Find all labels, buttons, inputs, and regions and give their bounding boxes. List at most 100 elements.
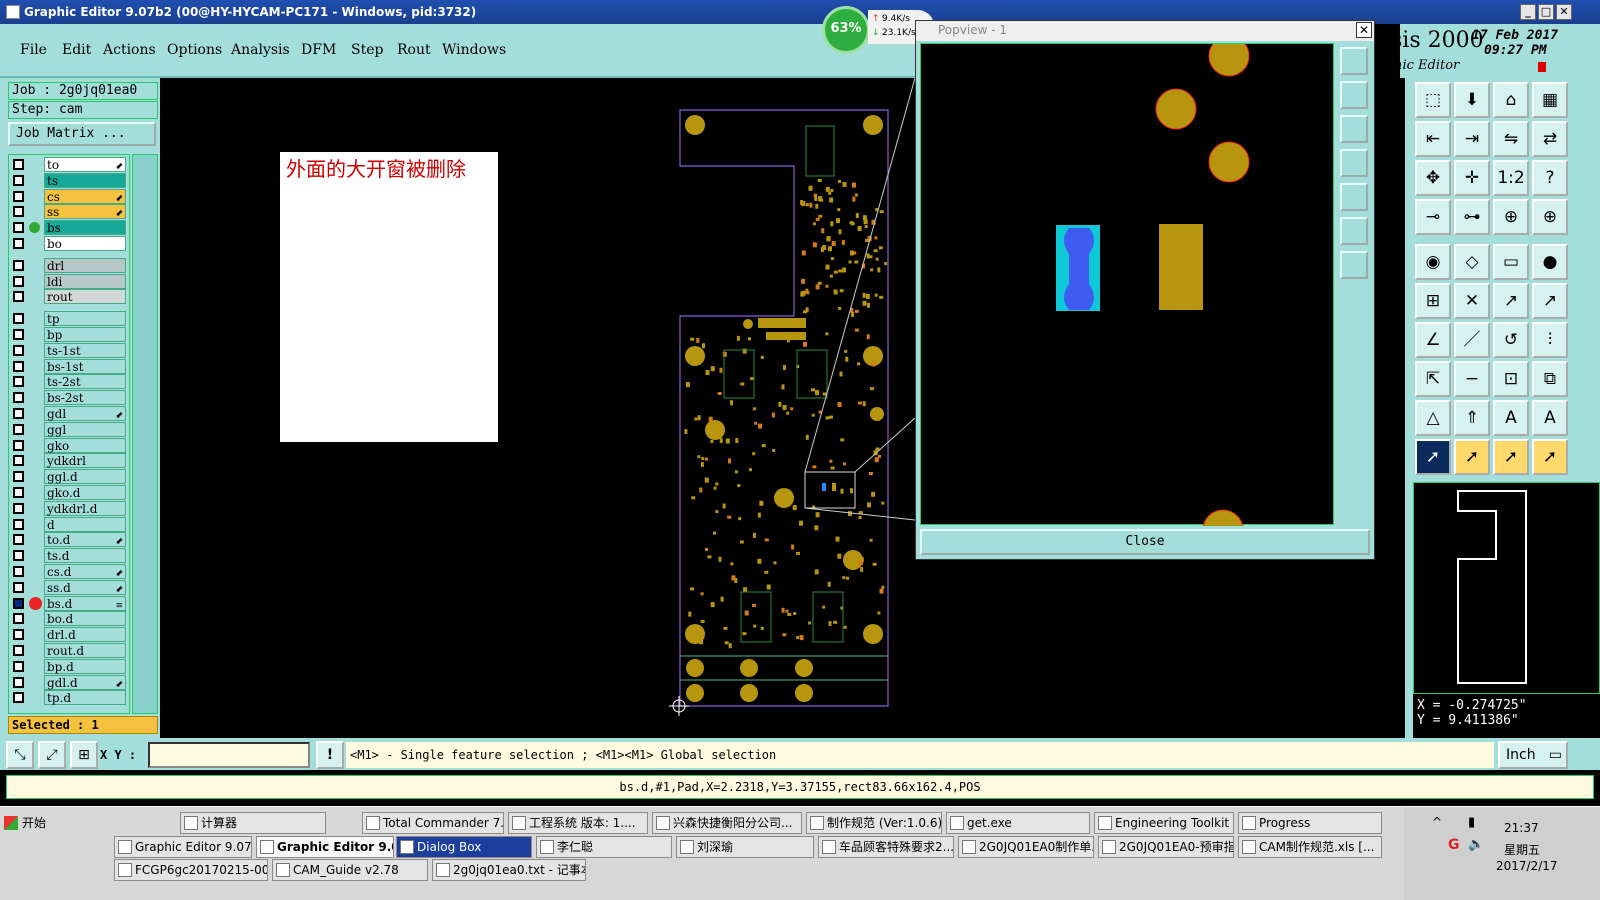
layer-row-to[interactable]: to ⬋ bbox=[9, 157, 131, 172]
pointer-multi-icon[interactable]: ➚ bbox=[1532, 439, 1568, 475]
layer-checkbox[interactable] bbox=[13, 392, 24, 404]
layout-icon[interactable]: ▦ bbox=[1532, 82, 1568, 118]
box-icon[interactable]: ⊡ bbox=[1493, 361, 1529, 397]
step-right-icon[interactable]: ⇥ bbox=[1454, 121, 1490, 157]
layer-checkbox[interactable] bbox=[13, 487, 24, 498]
home-icon[interactable]: ⌂ bbox=[1493, 82, 1529, 118]
layer-checkbox[interactable] bbox=[13, 660, 24, 672]
cross-icon[interactable]: ✕ bbox=[1454, 283, 1490, 319]
help-icon[interactable]: ? bbox=[1532, 160, 1568, 196]
taskbar-item[interactable]: 兴森快捷衡阳分公司... bbox=[652, 812, 802, 834]
layer-checkbox[interactable] bbox=[13, 550, 24, 562]
taskbar-item[interactable]: CAM_Guide v2.78 bbox=[272, 859, 428, 881]
menu-actions[interactable]: Actions bbox=[103, 42, 156, 58]
arrow-up-icon[interactable]: ⇑ bbox=[1454, 400, 1490, 436]
popview-close-icon[interactable]: ✕ bbox=[1356, 22, 1372, 38]
taskbar-item[interactable]: Graphic Editor 9.07b... bbox=[114, 836, 252, 858]
node-icon[interactable]: ⊞ bbox=[1415, 283, 1451, 319]
taskbar-item[interactable]: 2G0JQ01EA0-预审指... bbox=[1098, 836, 1234, 858]
start-button[interactable]: 开始 bbox=[2, 813, 106, 833]
layer-checkbox[interactable] bbox=[13, 238, 24, 249]
layer-checkbox[interactable] bbox=[13, 502, 24, 514]
arc-icon[interactable]: ↗ bbox=[1532, 283, 1568, 319]
layer-row-bs-1st[interactable]: bs-1st bbox=[9, 358, 131, 374]
cross-red-icon[interactable]: ⊕ bbox=[1493, 199, 1529, 235]
maximize-button[interactable]: □ bbox=[1538, 4, 1554, 20]
layer-checkbox[interactable] bbox=[13, 439, 24, 451]
layer-row-ts-1st[interactable]: ts-1st bbox=[9, 342, 131, 358]
taskbar-item[interactable]: 车品顾客特殊要求2... bbox=[818, 836, 954, 858]
pointer-box-icon[interactable]: ➚ bbox=[1454, 439, 1490, 475]
taskbar-item[interactable]: 计算器 bbox=[180, 812, 326, 834]
taskbar-item[interactable]: FCGP6gc20170215-001... bbox=[114, 859, 268, 881]
xy-input[interactable] bbox=[148, 742, 310, 768]
layer-row-rout[interactable]: rout bbox=[9, 289, 131, 305]
layer-row-ss[interactable]: ss ⬋ bbox=[9, 204, 131, 220]
menu-edit[interactable]: Edit bbox=[62, 42, 91, 58]
layer-row-to-d[interactable]: to.d ⬋ bbox=[9, 532, 131, 548]
zoom-area-icon[interactable]: ⤡ bbox=[6, 741, 34, 769]
layer-row-drl-d[interactable]: drl.d bbox=[9, 627, 131, 643]
layer-row-tp-d[interactable]: tp.d bbox=[9, 690, 131, 706]
popview-canvas[interactable] bbox=[920, 43, 1334, 526]
layer-row-ts-2st[interactable]: ts-2st bbox=[9, 374, 131, 390]
taskbar-item[interactable]: 刘深瑜 bbox=[676, 836, 814, 858]
taskbar-item[interactable]: 工程系统 版本: 1.... bbox=[508, 812, 648, 834]
volume-icon[interactable]: 🔈 bbox=[1468, 837, 1484, 852]
menu-file[interactable]: File bbox=[20, 42, 47, 58]
layer-checkbox[interactable] bbox=[13, 376, 24, 388]
layer-checkbox[interactable] bbox=[13, 676, 24, 688]
taskbar-item[interactable]: 制作规范 (Ver:1.0.6) bbox=[806, 812, 942, 834]
layer-checkbox[interactable] bbox=[13, 408, 24, 419]
layer-checkbox[interactable] bbox=[13, 222, 24, 234]
polygon-icon[interactable]: ◇ bbox=[1454, 244, 1490, 280]
layer-checkbox[interactable] bbox=[13, 275, 24, 287]
antivirus-icon[interactable]: G bbox=[1448, 837, 1460, 853]
taskbar-item[interactable]: Total Commander 7.0 ... bbox=[362, 812, 504, 834]
flip-icon[interactable]: ⇋ bbox=[1493, 121, 1529, 157]
pop-zoom-in-icon[interactable] bbox=[1340, 47, 1368, 75]
move-icon[interactable]: ⇱ bbox=[1415, 361, 1451, 397]
taskbar-item[interactable]: 李仁聪 bbox=[536, 836, 672, 858]
menu-rout[interactable]: Rout bbox=[397, 42, 431, 58]
taskbar-item[interactable]: Progress bbox=[1238, 812, 1382, 834]
layer-row-ts[interactable]: ts bbox=[9, 172, 131, 188]
layer-row-ldi[interactable]: ldi bbox=[9, 273, 131, 289]
mini-map[interactable] bbox=[1413, 482, 1600, 694]
layer-row-gdl[interactable]: gdl ⬋ bbox=[9, 406, 131, 421]
layer-row-bo[interactable]: bo bbox=[9, 236, 131, 251]
layer-row-ggl-d[interactable]: ggl.d bbox=[9, 469, 131, 485]
menu-options[interactable]: Options bbox=[167, 42, 222, 58]
taskbar-item[interactable]: 2G0JQ01EA0制作单.... bbox=[958, 836, 1094, 858]
pop-pan-right-icon[interactable] bbox=[1340, 183, 1368, 211]
layer-row-ts-d[interactable]: ts.d bbox=[9, 548, 131, 564]
letter-a-icon[interactable]: A bbox=[1493, 400, 1529, 436]
layer-checkbox[interactable] bbox=[13, 190, 24, 202]
pointer-icon[interactable]: ➚ bbox=[1415, 439, 1451, 475]
minimize-button[interactable]: _ bbox=[1520, 4, 1536, 20]
layer-checkbox[interactable] bbox=[13, 566, 24, 577]
popview-close-button[interactable]: Close bbox=[920, 529, 1370, 555]
layer-row-bs-d[interactable]: bs.d ≡ bbox=[9, 595, 131, 611]
pointer-hot-icon[interactable]: ➚ bbox=[1493, 439, 1529, 475]
layer-checkbox[interactable] bbox=[13, 206, 24, 218]
zoom-fit-icon[interactable]: ✥ bbox=[1415, 160, 1451, 196]
taskbar-item[interactable]: 2g0jq01ea0.txt - 记事本 bbox=[432, 859, 586, 881]
layer-checkbox[interactable] bbox=[13, 455, 24, 467]
taskbar-item[interactable]: Graphic Editor 9.07... bbox=[256, 836, 394, 858]
layer-checkbox[interactable] bbox=[13, 534, 24, 546]
tray-expand-icon[interactable]: ^ bbox=[1432, 815, 1442, 829]
layer-checkbox[interactable] bbox=[13, 613, 24, 625]
taskbar-item[interactable]: get.exe bbox=[946, 812, 1090, 834]
layer-checkbox[interactable] bbox=[13, 423, 24, 435]
layer-row-ydkdrl[interactable]: ydkdrl bbox=[9, 453, 131, 469]
layer-row-bo-d[interactable]: bo.d bbox=[9, 611, 131, 627]
layer-row-d[interactable]: d bbox=[9, 516, 131, 532]
layer-row-ss-d[interactable]: ss.d ⬋ bbox=[9, 579, 131, 595]
layer-row-bs-2st[interactable]: bs-2st bbox=[9, 390, 131, 406]
angle-icon[interactable]: ∠ bbox=[1415, 322, 1451, 358]
minus-icon[interactable]: − bbox=[1454, 361, 1490, 397]
menu-analysis[interactable]: Analysis bbox=[231, 42, 290, 58]
taskbar-item[interactable]: Engineering Toolkit 9.... bbox=[1094, 812, 1234, 834]
pop-pan-left-icon[interactable] bbox=[1340, 149, 1368, 177]
